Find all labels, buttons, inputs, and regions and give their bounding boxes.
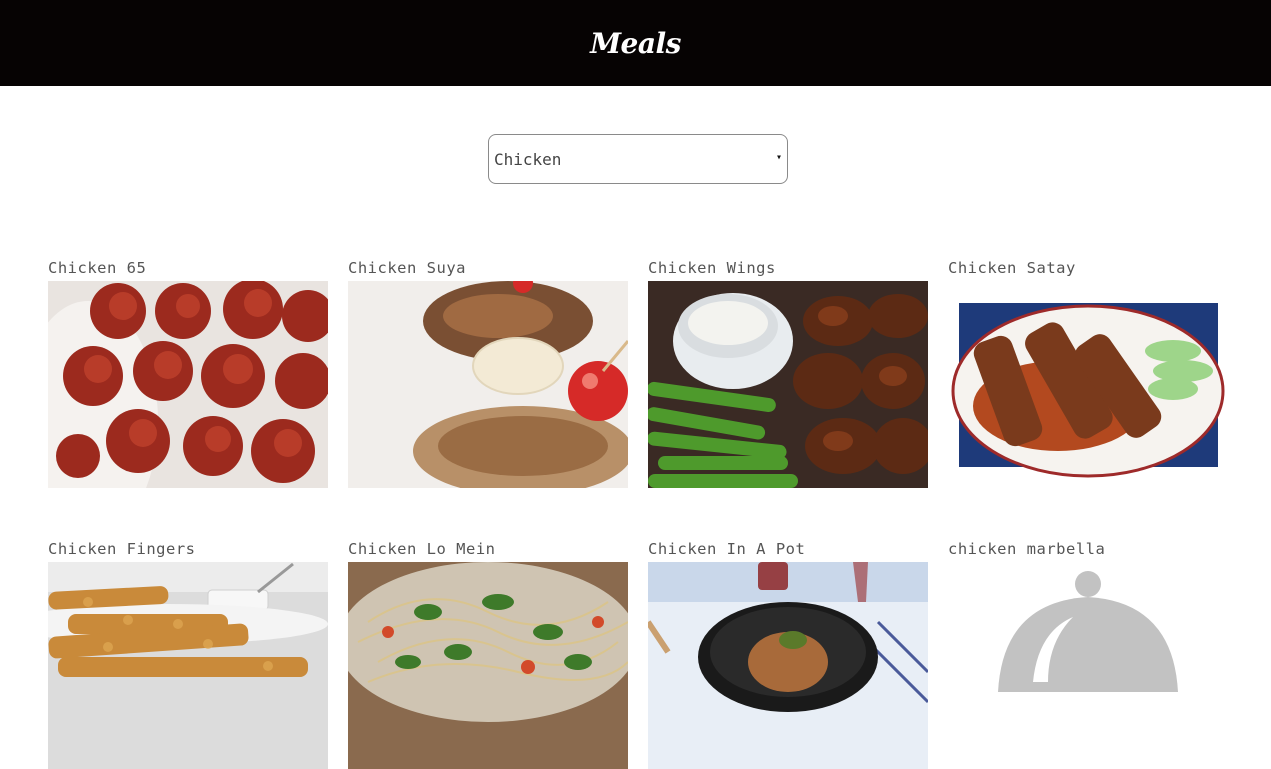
cloche-icon [948,562,1228,769]
category-select-value: Chicken [494,150,562,169]
meal-title: Chicken Suya [348,259,466,277]
app-header: Meals [0,0,1271,86]
meal-image[interactable] [648,281,928,488]
meal-image[interactable] [348,562,628,769]
meal-title: Chicken Satay [948,259,1076,277]
meal-image-placeholder[interactable] [948,562,1228,769]
meal-image[interactable] [48,562,328,769]
meal-title: Chicken In A Pot [648,540,806,558]
category-select[interactable]: Chicken ▾ [488,134,788,184]
meal-image[interactable] [48,281,328,488]
page-title: Meals [590,26,681,60]
meal-image[interactable] [648,562,928,769]
meal-title: chicken marbella [948,540,1106,558]
meal-image[interactable] [348,281,628,488]
meal-title: Chicken Wings [648,259,776,277]
chevron-down-icon: ▾ [775,152,782,163]
meal-title: Chicken 65 [48,259,147,277]
meal-title: Chicken Lo Mein [348,540,496,558]
meal-image[interactable] [948,281,1228,488]
meal-title: Chicken Fingers [48,540,196,558]
